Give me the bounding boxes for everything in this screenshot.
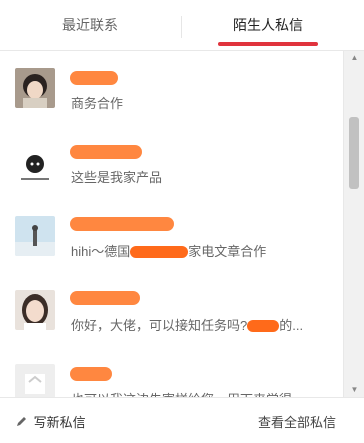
list-item[interactable]: hihi～德国 家电文章合作 — [0, 199, 342, 273]
tab-divider — [181, 16, 182, 38]
pencil-icon — [16, 415, 30, 430]
message-preview-end: 的... — [279, 318, 304, 333]
redacted-text — [130, 246, 189, 258]
list-item[interactable]: 也可以我这边先寄样给您，用下来觉得 — [0, 347, 342, 397]
message-preview-end: 家电文章合作 — [188, 244, 267, 259]
scrollbar[interactable]: ▲ ▼ — [343, 51, 364, 397]
compose-message-button[interactable]: 写新私信 — [16, 412, 86, 431]
message-preview: 也可以我这边先寄样给您，用下来觉得 — [71, 389, 292, 397]
message-preview: 商务合作 — [71, 96, 124, 111]
view-all-messages-link[interactable]: 查看全部私信 — [258, 412, 336, 431]
redacted-username — [70, 145, 142, 159]
message-list: 商务合作 这些是我家产品 hihi～德国 家电文章合作 你好，大佬，可以接知任务… — [0, 51, 342, 397]
footer-bar: 写新私信 查看全部私信 — [0, 397, 364, 443]
scroll-up-arrow-icon[interactable]: ▲ — [344, 51, 364, 65]
list-item[interactable]: 这些是我家产品 — [0, 125, 342, 199]
avatar — [15, 216, 55, 256]
scrollbar-thumb[interactable] — [349, 117, 359, 189]
list-item[interactable]: 你好，大佬，可以接知任务吗? 的... — [0, 273, 342, 347]
message-preview-start: 你好，大佬，可以接知任务吗? — [71, 318, 248, 333]
compose-label: 写新私信 — [33, 415, 86, 430]
message-preview: 你好，大佬，可以接知任务吗? 的... — [71, 315, 303, 334]
active-tab-indicator — [218, 42, 318, 46]
avatar — [15, 68, 55, 108]
redacted-username — [70, 367, 112, 381]
list-item[interactable]: 商务合作 — [0, 51, 342, 125]
tab-bar: 最近联系 陌生人私信 — [0, 0, 364, 51]
message-preview: 这些是我家产品 — [71, 170, 163, 185]
avatar — [15, 364, 55, 397]
tab-recent-contacts[interactable]: 最近联系 — [30, 0, 150, 50]
redacted-username — [70, 217, 174, 231]
message-preview: hihi～德国 家电文章合作 — [71, 241, 266, 260]
scroll-down-arrow-icon[interactable]: ▼ — [344, 383, 364, 397]
redacted-text — [247, 320, 280, 332]
message-preview-start: hihi～德国 — [71, 244, 131, 259]
redacted-username — [70, 291, 140, 305]
redacted-username — [70, 71, 118, 85]
avatar — [15, 148, 55, 188]
avatar — [15, 290, 55, 330]
